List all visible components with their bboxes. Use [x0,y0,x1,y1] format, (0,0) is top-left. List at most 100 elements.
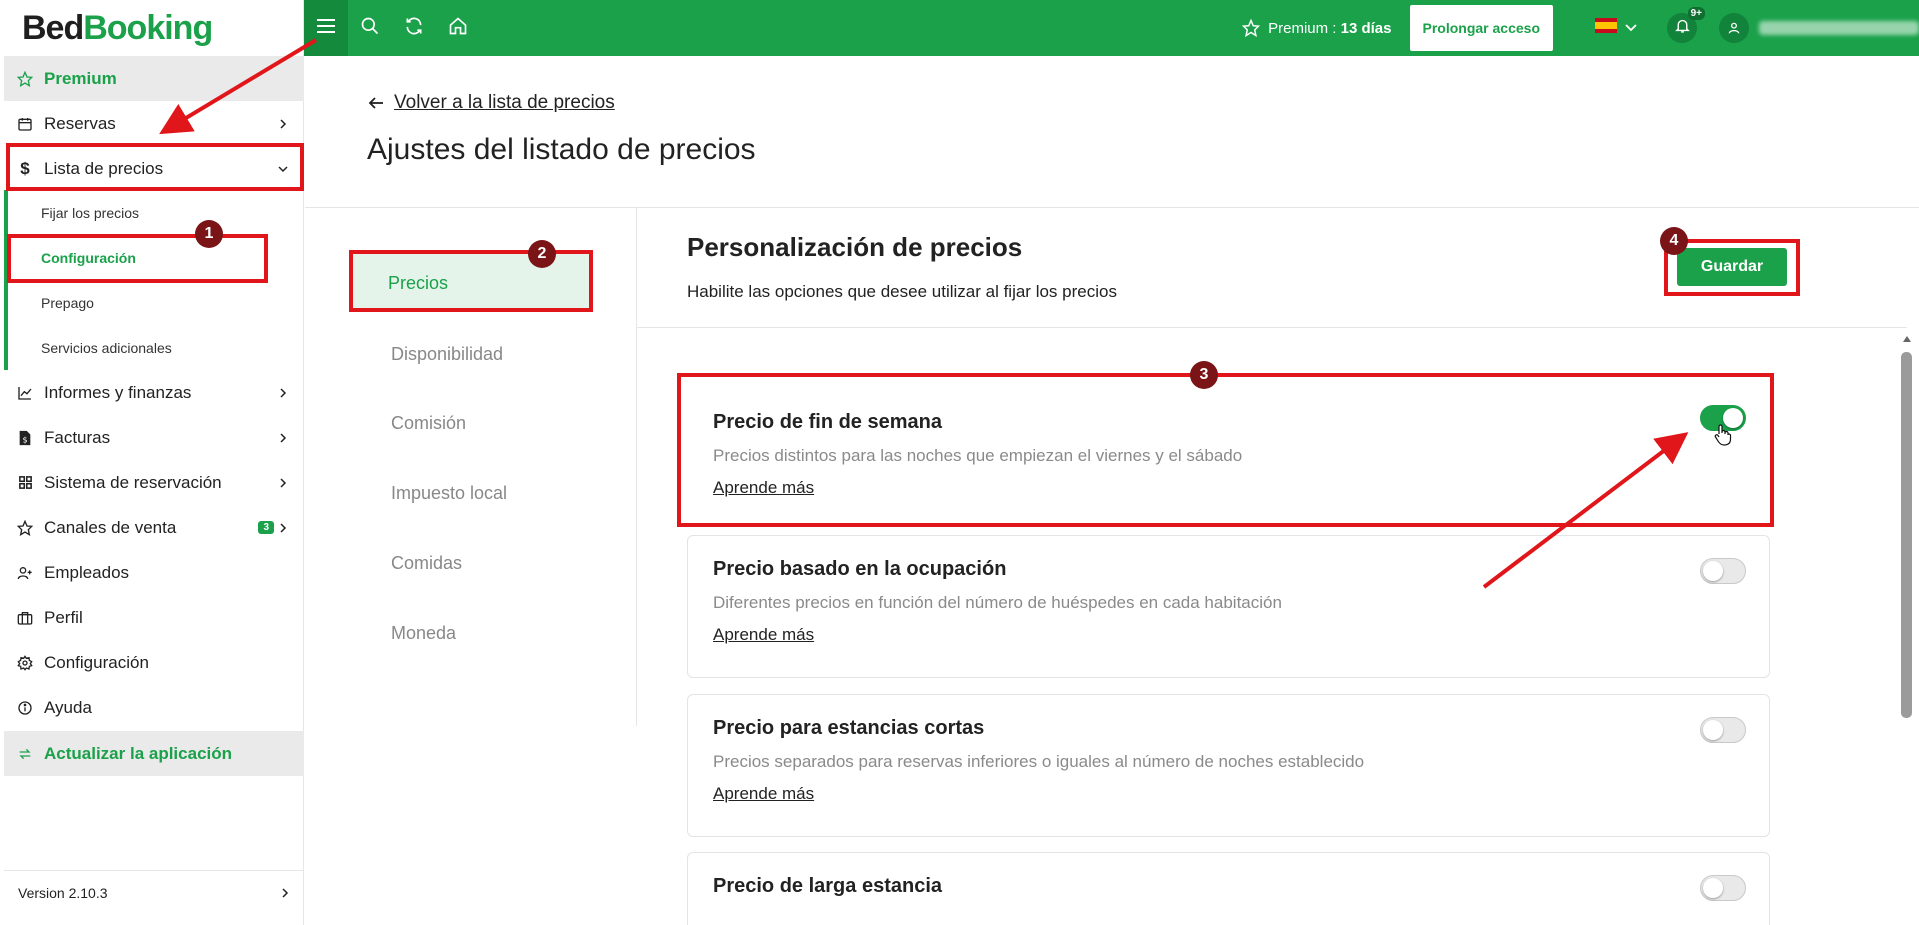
submenu-item-fijar[interactable]: Fijar los precios [41,205,139,221]
sidebar-item-label: Actualizar la aplicación [44,743,233,763]
chart-icon [16,384,34,402]
hamburger-icon [317,18,335,38]
tab-comidas[interactable]: Comidas [355,538,585,588]
toggle-knob [1703,878,1723,898]
back-to-price-list-link[interactable]: Volver a la lista de precios [368,92,615,114]
sidebar-item-empleados[interactable]: Empleados [4,550,304,595]
chevron-right-icon [276,387,290,398]
language-selector[interactable] [1595,18,1637,38]
premium-label: Premium : [1268,19,1337,37]
learn-more-link[interactable]: Aprende más [713,784,814,804]
user-name-redacted [1759,21,1919,35]
short-stay-price-toggle[interactable] [1700,717,1746,743]
submenu-item-servicios[interactable]: Servicios adicionales [41,340,172,356]
sidebar-item-label: Premium [44,68,117,88]
search-button[interactable] [348,0,392,56]
sidebar-item-ayuda[interactable]: Ayuda [4,685,304,730]
user-menu[interactable] [1719,13,1919,43]
pricing-option-card: Precio basado en la ocupación Diferentes… [687,535,1770,678]
star-outline-icon [16,519,34,537]
arrow-left-icon [368,96,384,110]
page-title: Ajustes del listado de precios [367,133,756,166]
chevron-right-icon [276,118,290,129]
sidebar-item-lista-precios[interactable]: $ Lista de precios [4,146,304,191]
premium-days: 13 días [1340,19,1392,37]
spain-flag-icon [1595,18,1617,38]
learn-more-link[interactable]: Aprende más [713,478,814,498]
learn-more-link[interactable]: Aprende más [713,625,814,645]
occupancy-price-toggle[interactable] [1700,558,1746,584]
long-stay-price-toggle[interactable] [1700,875,1746,901]
prolongar-acceso-button[interactable]: Prolongar acceso [1409,5,1553,51]
submenu-item-configuracion[interactable]: Configuración [41,250,136,266]
briefcase-icon [16,609,34,627]
sidebar-item-label: Ayuda [44,697,92,717]
chevron-right-icon [276,522,290,533]
tab-precios[interactable]: Precios [352,254,589,312]
sidebar-item-perfil[interactable]: Perfil [4,595,304,640]
tab-impuesto-local[interactable]: Impuesto local [355,468,585,518]
notifications-button[interactable]: 9+ [1667,7,1705,43]
chevron-right-icon [280,885,290,901]
sidebar-item-informes[interactable]: Informes y finanzas [4,370,304,415]
tab-comision[interactable]: Comisión [355,398,585,448]
save-button[interactable]: Guardar [1677,248,1787,286]
sidebar-item-facturas[interactable]: $ Facturas [4,415,304,460]
hand-cursor-icon [1714,424,1732,451]
option-description: Precios distintos para las noches que em… [713,446,1243,465]
sidebar-item-label: Perfil [44,607,83,627]
chevron-right-icon [276,477,290,488]
sidebar-item-label: Facturas [44,427,111,447]
notification-count-badge: 9+ [1687,7,1705,20]
sidebar-item-label: Reservas [44,113,116,133]
refresh-icon [404,16,424,41]
top-bar: Premium : 13 días Prolongar acceso 9+ [304,0,1919,56]
sidebar-item-reservas[interactable]: Reservas [4,101,304,146]
canales-count-badge: 3 [258,521,274,534]
submenu-lista-precios: Fijar los precios Configuración Prepago … [4,190,304,370]
grid-icon [16,474,34,492]
divider [636,208,637,726]
user-plus-icon [16,564,34,582]
toggle-knob [1703,561,1723,581]
option-title: Precio de fin de semana [713,411,942,433]
back-link-label: Volver a la lista de precios [394,92,615,113]
chevron-down-icon [276,164,290,174]
chevron-down-icon [1625,19,1637,37]
bell-icon [1674,17,1691,39]
premium-status[interactable]: Premium : 13 días [1242,19,1392,37]
option-title: Precio de larga estancia [713,875,943,897]
sidebar-item-canales[interactable]: Canales de venta 3 [4,505,304,550]
sidebar-item-sistema[interactable]: Sistema de reservación [4,460,304,505]
panel-title: Personalización de precios [687,232,1023,262]
app-version[interactable]: Version 2.10.3 [4,870,304,915]
tab-moneda[interactable]: Moneda [355,608,585,658]
app-root: Bed Booking Premium Reservas $ Lista de p… [0,0,1919,925]
submenu-item-prepago[interactable]: Prepago [41,295,94,311]
menu-button[interactable] [304,0,348,56]
home-button[interactable] [436,0,480,56]
calendar-icon [16,115,34,133]
user-avatar-icon [1719,13,1749,43]
logo[interactable]: Bed Booking [0,0,303,56]
invoice-icon: $ [16,429,34,447]
sidebar-item-label: Canales de venta [44,517,177,537]
pricing-option-card: Precio de fin de semana Precios distinto… [687,388,1770,512]
pricing-option-card: Precio de larga estancia [687,852,1770,925]
scroll-up-arrow-icon[interactable] [1901,333,1913,345]
tab-disponibilidad[interactable]: Disponibilidad [355,329,585,379]
sidebar-item-actualizar[interactable]: Actualizar la aplicación [4,731,304,776]
info-icon [16,699,34,717]
scrollbar-thumb[interactable] [1901,352,1912,718]
divider [637,327,1907,328]
sidebar-item-premium[interactable]: Premium [4,56,304,101]
star-icon [16,70,34,88]
sidebar-item-label: Sistema de reservación [44,472,222,492]
refresh-button[interactable] [392,0,436,56]
home-icon [448,16,468,41]
dollar-icon: $ [20,158,30,178]
panel-subtitle: Habilite las opciones que desee utilizar… [687,282,1117,301]
option-description: Precios separados para reservas inferior… [713,752,1365,771]
refresh-icon [16,745,34,763]
sidebar-item-configuracion[interactable]: Configuración [4,640,304,685]
